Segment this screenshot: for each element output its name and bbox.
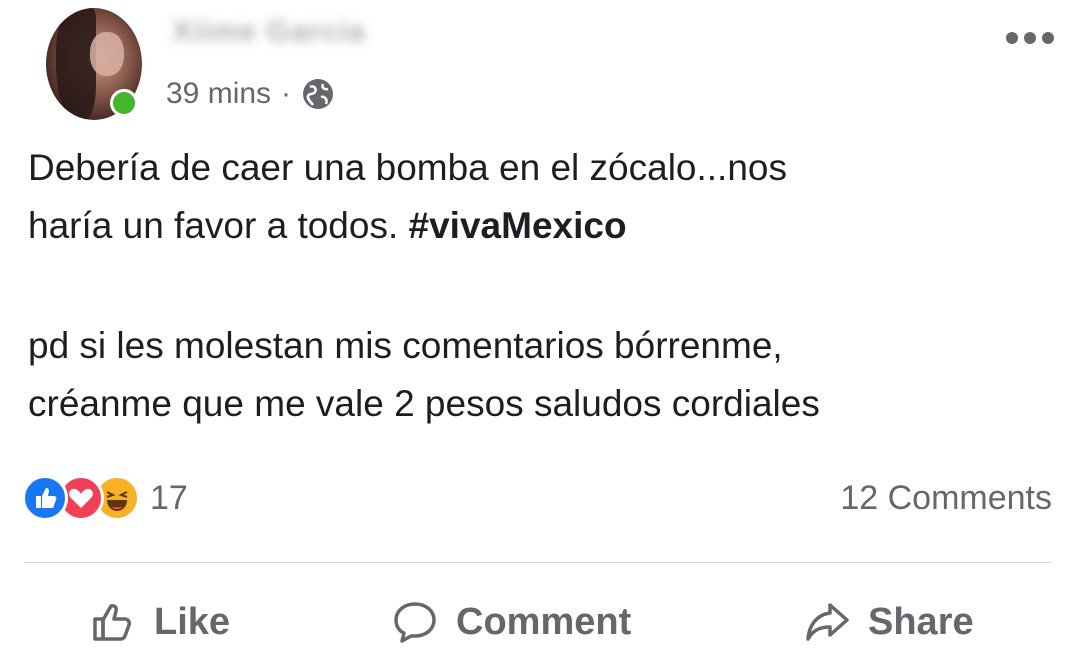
avatar-hair (56, 8, 96, 120)
meta-separator: · (281, 77, 292, 110)
post-text-line-4: créanme que me vale 2 pesos saludos cord… (28, 383, 820, 424)
post-text-line-3: pd si les molestan mis comentarios bórre… (28, 325, 783, 366)
like-label: Like (154, 600, 231, 643)
author-name[interactable]: Xiime Garcia (172, 10, 366, 54)
share-button[interactable]: Share (804, 592, 974, 652)
globe-icon[interactable] (301, 77, 335, 111)
hashtag-link[interactable]: #vivaMexico (409, 205, 627, 246)
share-label: Share (868, 600, 974, 643)
comment-bubble-icon (394, 602, 436, 643)
post-meta: 39 mins · (166, 74, 335, 114)
facebook-post: Xiime Garcia 39 mins · Debería de caer u… (0, 0, 1078, 664)
comment-button[interactable]: Comment (392, 592, 631, 652)
comments-count-link[interactable]: 12 Comments (840, 474, 1052, 522)
online-status-dot (110, 89, 138, 117)
like-reaction-icon (22, 475, 68, 521)
reaction-count: 17 (150, 478, 188, 517)
comment-label: Comment (456, 600, 632, 643)
avatar-face (90, 32, 124, 76)
more-icon[interactable] (1004, 28, 1056, 48)
post-text-line-1: Debería de caer una bomba en el zócalo..… (28, 147, 787, 188)
divider (24, 562, 1052, 563)
post-text-line-2-body: haría un favor a todos. (28, 205, 399, 246)
post-text-line-2: haría un favor a todos. #vivaMexico (28, 202, 627, 250)
share-arrow-icon (806, 603, 849, 641)
thumbs-up-icon (93, 604, 131, 641)
post-time[interactable]: 39 mins (166, 77, 271, 111)
reactions-summary[interactable]: 17 (22, 472, 188, 524)
like-button[interactable]: Like (90, 592, 230, 652)
